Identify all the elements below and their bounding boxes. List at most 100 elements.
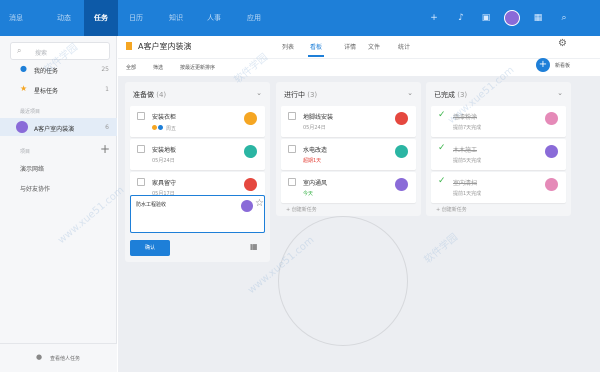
sort-button[interactable]: 按最近更新排序 [180,64,215,71]
create-task-button[interactable]: + 创建新任务 [436,206,467,213]
sidebar-item-starred[interactable]: ★ 星标任务 1 [0,80,117,98]
column-count: (3) [307,91,318,99]
board-toolbar: 全部 筛选 按最近更新排序 [118,58,600,76]
column-todo: 准备做 (4) ⌄ 安装衣柜 周五 安装地板 05月24日 家具留守 05月17… [125,82,270,262]
tab-messages[interactable]: 消息 [0,0,32,36]
task-date: 05月24日 [303,125,326,131]
star-icon[interactable]: ☆ [255,198,264,209]
task-checkbox[interactable] [137,112,145,120]
assignee-avatar[interactable] [545,178,558,191]
avatar[interactable] [504,10,520,26]
project-title: A客户室内装演 [138,42,192,51]
filter-button[interactable]: 筛选 [153,64,163,71]
new-task-text[interactable]: 防水工程验收 [136,201,166,208]
check-icon[interactable]: ✓ [438,110,446,120]
assignee-avatar[interactable] [545,112,558,125]
check-icon[interactable]: ✓ [438,176,446,186]
flag-icon [126,42,132,50]
new-board-button[interactable]: + [536,58,550,72]
task-checkbox[interactable] [288,145,296,153]
decorative-circle [278,216,408,346]
create-task-button[interactable]: + 创建新任务 [286,206,317,213]
tab-knowledge[interactable]: 知识 [160,0,192,36]
recent-section-title: 最近项目 [20,109,41,115]
task-card[interactable]: ✓ 木木施工 提前5天完成 [431,139,566,170]
sidebar-item-recent-project[interactable]: A客户室内装演 6 [0,118,117,136]
column-title: 进行中 [284,91,305,99]
column-in-progress: 进行中 (3) ⌄ 地脚线安装 05月24日 水电改造 超期1天 室内通风 今天… [276,82,421,216]
sidebar-item-count: 1 [105,86,109,93]
task-card[interactable]: 地脚线安装 05月24日 [281,106,416,137]
tab-calendar[interactable]: 日历 [120,0,152,36]
task-date: 今天 [303,191,314,197]
assignee-avatar[interactable] [244,112,257,125]
column-done: 已完成 (3) ⌄ ✓ 墙漆粉涂 提前7天完成 ✓ 木木施工 提前5天完成 ✓ … [426,82,571,216]
tab-details[interactable]: 详情 [344,42,356,51]
bell-icon[interactable]: ♪ [455,12,467,24]
person-icon: ● [20,64,27,73]
view-others-label: 查看他人任务 [50,356,81,362]
task-card[interactable]: 安装地板 05月24日 [130,139,265,170]
tab-tasks[interactable]: 任务 [84,0,118,36]
tab-list[interactable]: 列表 [282,42,294,51]
column-count: (3) [457,91,468,99]
task-title: 安装衣柜 [152,114,177,121]
assignee-avatar[interactable] [545,145,558,158]
chevron-down-icon[interactable]: ⌄ [557,89,563,97]
assignee-avatar[interactable] [395,145,408,158]
task-card[interactable]: 室内通风 今天 [281,172,416,203]
search-icon[interactable]: ⌕ [558,12,570,24]
column-title: 准备做 [133,91,154,99]
search-icon: ⌕ [17,46,22,55]
task-checkbox[interactable] [288,178,296,186]
task-title: 木木施工 [453,147,478,154]
plus-icon[interactable]: + [428,12,440,24]
chevron-down-icon[interactable]: ⌄ [407,89,413,97]
sidebar-item-project[interactable]: 与好友协作 [20,184,50,193]
task-card[interactable]: 安装衣柜 周五 [130,106,265,137]
doc-icon[interactable]: ▣ [480,12,492,24]
assignee-avatar[interactable] [395,178,408,191]
tab-activity[interactable]: 动态 [48,0,80,36]
top-nav: 消息 动态 任务 日历 知识 人事 应用 + ♪ ▣ ▦ ⌕ [0,0,600,36]
assignee-avatar[interactable] [395,112,408,125]
filter-all[interactable]: 全部 [126,64,136,71]
column-title: 已完成 [434,91,455,99]
task-date: 提前7天完成 [453,125,482,131]
sidebar-item-project[interactable]: 演示网络 [20,164,44,173]
task-checkbox[interactable] [288,112,296,120]
task-checkbox[interactable] [137,178,145,186]
chevron-down-icon[interactable]: ⌄ [256,89,262,97]
assignee-avatar[interactable] [244,145,257,158]
task-title: 家具留守 [152,180,177,187]
check-icon[interactable]: ✓ [438,143,446,153]
gear-icon[interactable]: ⚙ [558,38,567,49]
new-task-editor[interactable]: 防水工程验收 ☆ [130,195,265,233]
tab-files[interactable]: 文件 [368,42,380,51]
calendar-icon[interactable]: ▦ [250,242,258,251]
search-placeholder: 搜索 [35,50,48,57]
grid-icon[interactable]: ▦ [532,12,544,24]
add-project-icon[interactable]: + [100,142,110,156]
assignee-avatar[interactable] [244,178,257,191]
task-checkbox[interactable] [137,145,145,153]
task-card[interactable]: ✓ 室内清扫 提前1天完成 [431,172,566,203]
tab-stats[interactable]: 统计 [398,42,410,51]
task-date: 提前5天完成 [453,158,482,164]
new-board-label[interactable]: 新看板 [555,62,570,69]
tab-board[interactable]: 看板 [310,42,322,51]
assignee-avatar[interactable] [241,200,253,212]
task-date: 超期1天 [303,158,322,164]
tab-apps[interactable]: 应用 [238,0,270,36]
confirm-button[interactable]: 确认 [130,240,170,256]
tab-underline [308,55,324,57]
project-avatar [16,121,28,133]
task-card[interactable]: 水电改造 超期1天 [281,139,416,170]
sidebar-item-count: 25 [101,66,109,73]
task-title: 地脚线安装 [303,114,334,121]
task-title: 室内通风 [303,180,328,187]
task-date: 提前1天完成 [453,191,482,197]
sidebar-item-label: 星标任务 [34,88,59,95]
view-others-tasks[interactable]: ● 查看他人任务 [0,343,117,372]
tab-hr[interactable]: 人事 [198,0,230,36]
